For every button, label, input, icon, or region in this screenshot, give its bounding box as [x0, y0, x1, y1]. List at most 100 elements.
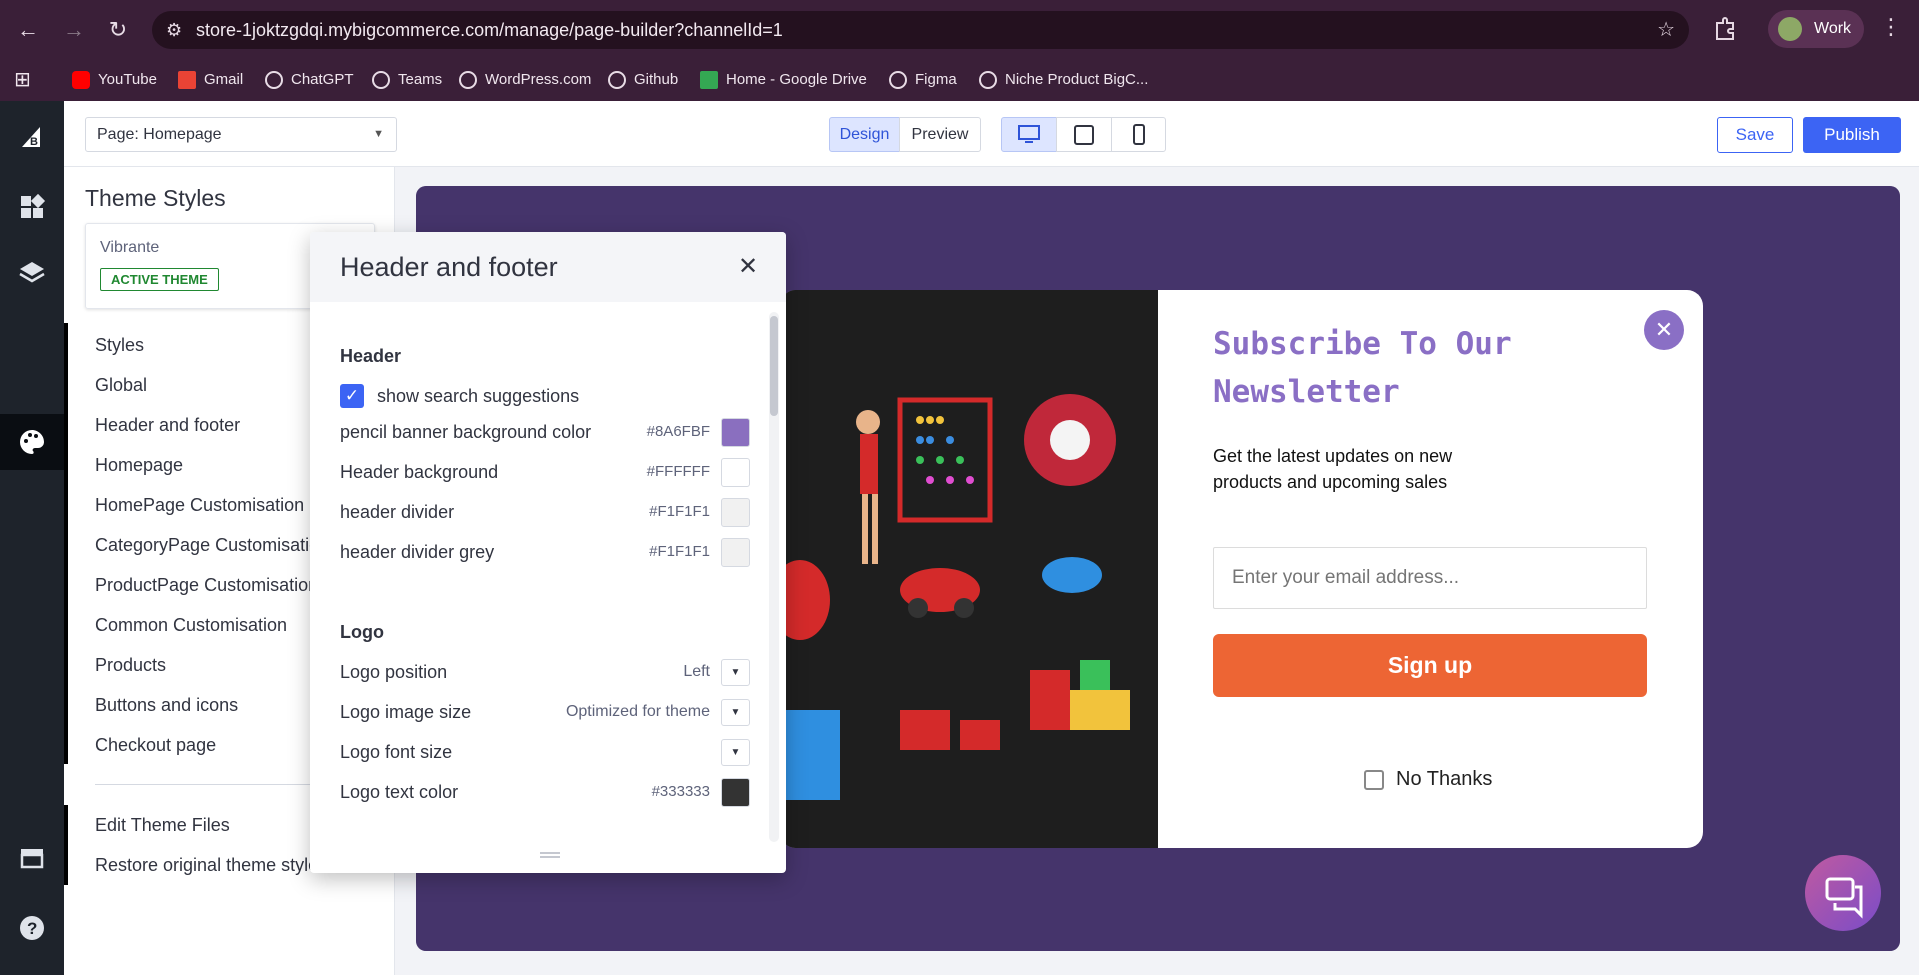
newsletter-description: Get the latest updates on new products a…: [1213, 446, 1453, 492]
bookmark-figma[interactable]: Figma: [889, 59, 957, 101]
bookmark-youtube[interactable]: YouTube: [72, 59, 157, 101]
palette-icon[interactable]: [18, 428, 46, 456]
panel-title: Theme Styles: [85, 185, 226, 211]
select-row: Logo image size Optimized for theme ▼: [340, 696, 750, 728]
nav-item-buttons-icons[interactable]: Buttons and icons: [95, 695, 238, 716]
storefront-icon[interactable]: [18, 844, 46, 872]
reload-icon[interactable]: ↻: [102, 14, 134, 46]
chevron-down-icon[interactable]: ▼: [721, 739, 750, 766]
globe-icon: [608, 71, 626, 89]
tablet-icon: [1074, 125, 1094, 145]
panel-header: Header and footer ✕: [310, 232, 786, 302]
nav-indicator: [64, 323, 68, 764]
color-swatch[interactable]: [721, 498, 750, 527]
checkbox-label: show search suggestions: [377, 386, 580, 406]
nav-item-global[interactable]: Global: [95, 375, 147, 396]
bookmark-wordpress[interactable]: WordPress.com: [459, 59, 591, 101]
close-popup-button[interactable]: ✕: [1644, 310, 1684, 350]
sign-up-button[interactable]: Sign up: [1213, 634, 1647, 697]
bookmark-chatgpt[interactable]: ChatGPT: [265, 59, 354, 101]
publish-button[interactable]: Publish: [1803, 117, 1901, 153]
browser-menu-icon[interactable]: ⋮: [1880, 14, 1902, 40]
select-row: Logo font size ▼: [340, 736, 750, 768]
color-row: pencil banner background color #8A6FBF: [340, 416, 750, 448]
url-text: store-1joktzgdqi.mybigcommerce.com/manag…: [196, 20, 783, 40]
extensions-icon[interactable]: [1710, 14, 1740, 44]
bookmarks-bar: ⊞ YouTube Gmail ChatGPT Teams WordPress.…: [0, 59, 1919, 101]
design-tab[interactable]: Design: [829, 117, 900, 152]
email-field[interactable]: [1213, 547, 1647, 609]
bigcommerce-logo-icon[interactable]: B: [18, 123, 46, 151]
back-icon[interactable]: ←: [12, 14, 44, 46]
color-row: Header background #FFFFFF: [340, 456, 750, 488]
preview-tab[interactable]: Preview: [899, 117, 981, 152]
browser-toolbar: ← → ↻ ⚙ store-1joktzgdqi.mybigcommerce.c…: [0, 0, 1919, 59]
color-swatch[interactable]: [721, 538, 750, 567]
avatar: [1778, 17, 1802, 41]
newsletter-popup: Subscribe To Our Newsletter Get the late…: [780, 290, 1703, 848]
divider: [95, 784, 335, 785]
chevron-down-icon[interactable]: ▼: [721, 659, 750, 686]
globe-icon: [265, 71, 283, 89]
globe-icon: [979, 71, 997, 89]
no-thanks-checkbox[interactable]: No Thanks: [1364, 768, 1492, 791]
section-logo: Logo: [340, 622, 384, 642]
bookmark-niche-product[interactable]: Niche Product BigC...: [979, 59, 1148, 101]
checkbox-icon: [1364, 769, 1384, 790]
chat-launcher-button[interactable]: [1805, 855, 1881, 931]
apps-icon[interactable]: ⊞: [14, 59, 31, 101]
nav-item-categorypage-customisation[interactable]: CategoryPage Customisation: [95, 535, 329, 556]
site-info-icon[interactable]: ⚙: [166, 11, 182, 49]
nav-item-homepage-customisation[interactable]: HomePage Customisation: [95, 495, 304, 516]
page-select[interactable]: Page: Homepage ▼: [85, 117, 397, 152]
section-header: Header: [340, 346, 402, 366]
dashboard-icon[interactable]: [18, 193, 46, 221]
globe-icon: [372, 71, 390, 89]
color-swatch[interactable]: [721, 778, 750, 807]
nav-item-checkout[interactable]: Checkout page: [95, 735, 216, 756]
desktop-view-button[interactable]: [1001, 117, 1057, 152]
color-swatch[interactable]: [721, 418, 750, 447]
bookmark-gmail[interactable]: Gmail: [178, 59, 243, 101]
layers-icon[interactable]: [18, 259, 46, 287]
address-bar[interactable]: ⚙ store-1joktzgdqi.mybigcommerce.com/man…: [152, 11, 1689, 49]
restore-theme-link[interactable]: Restore original theme styles: [95, 855, 327, 876]
edit-theme-files-link[interactable]: Edit Theme Files: [95, 815, 230, 836]
gmail-icon: [178, 71, 196, 89]
bookmark-star-icon[interactable]: ☆: [1657, 11, 1675, 49]
chevron-down-icon[interactable]: ▼: [721, 699, 750, 726]
app-rail: B ?: [0, 101, 64, 975]
scrollbar-thumb[interactable]: [770, 316, 778, 416]
nav-item-common-customisation[interactable]: Common Customisation: [95, 615, 287, 636]
help-icon[interactable]: ?: [18, 914, 46, 942]
search-suggestions-checkbox[interactable]: ✓: [340, 384, 364, 408]
svg-text:?: ?: [27, 919, 37, 938]
chat-icon: [1825, 877, 1863, 919]
svg-text:B: B: [30, 136, 38, 148]
save-button[interactable]: Save: [1717, 117, 1793, 153]
nav-item-productpage-customisation[interactable]: ProductPage Customisation: [95, 575, 318, 596]
mobile-icon: [1132, 124, 1145, 145]
tablet-view-button[interactable]: [1056, 117, 1112, 152]
nav-item-products[interactable]: Products: [95, 655, 166, 676]
youtube-icon: [72, 71, 90, 89]
google-drive-icon: [700, 71, 718, 89]
nav-item-styles[interactable]: Styles: [95, 335, 144, 356]
color-swatch[interactable]: [721, 458, 750, 487]
toys-image: [780, 290, 1158, 848]
bookmark-teams[interactable]: Teams: [372, 59, 442, 101]
color-row: header divider grey #F1F1F1: [340, 536, 750, 568]
close-icon[interactable]: ✕: [738, 252, 758, 281]
profile-button[interactable]: Work: [1768, 10, 1864, 48]
mobile-view-button[interactable]: [1111, 117, 1166, 152]
bookmark-github[interactable]: Github: [608, 59, 678, 101]
status-badge: ACTIVE THEME: [100, 268, 219, 291]
forward-icon[interactable]: →: [58, 14, 90, 46]
nav-item-header-footer[interactable]: Header and footer: [95, 415, 240, 436]
drag-handle-icon[interactable]: [540, 852, 560, 858]
bookmark-google-drive[interactable]: Home - Google Drive: [700, 59, 867, 101]
chevron-down-icon: ▼: [373, 128, 384, 140]
desktop-icon: [1018, 125, 1040, 143]
nav-item-homepage[interactable]: Homepage: [95, 455, 183, 476]
globe-icon: [459, 71, 477, 89]
